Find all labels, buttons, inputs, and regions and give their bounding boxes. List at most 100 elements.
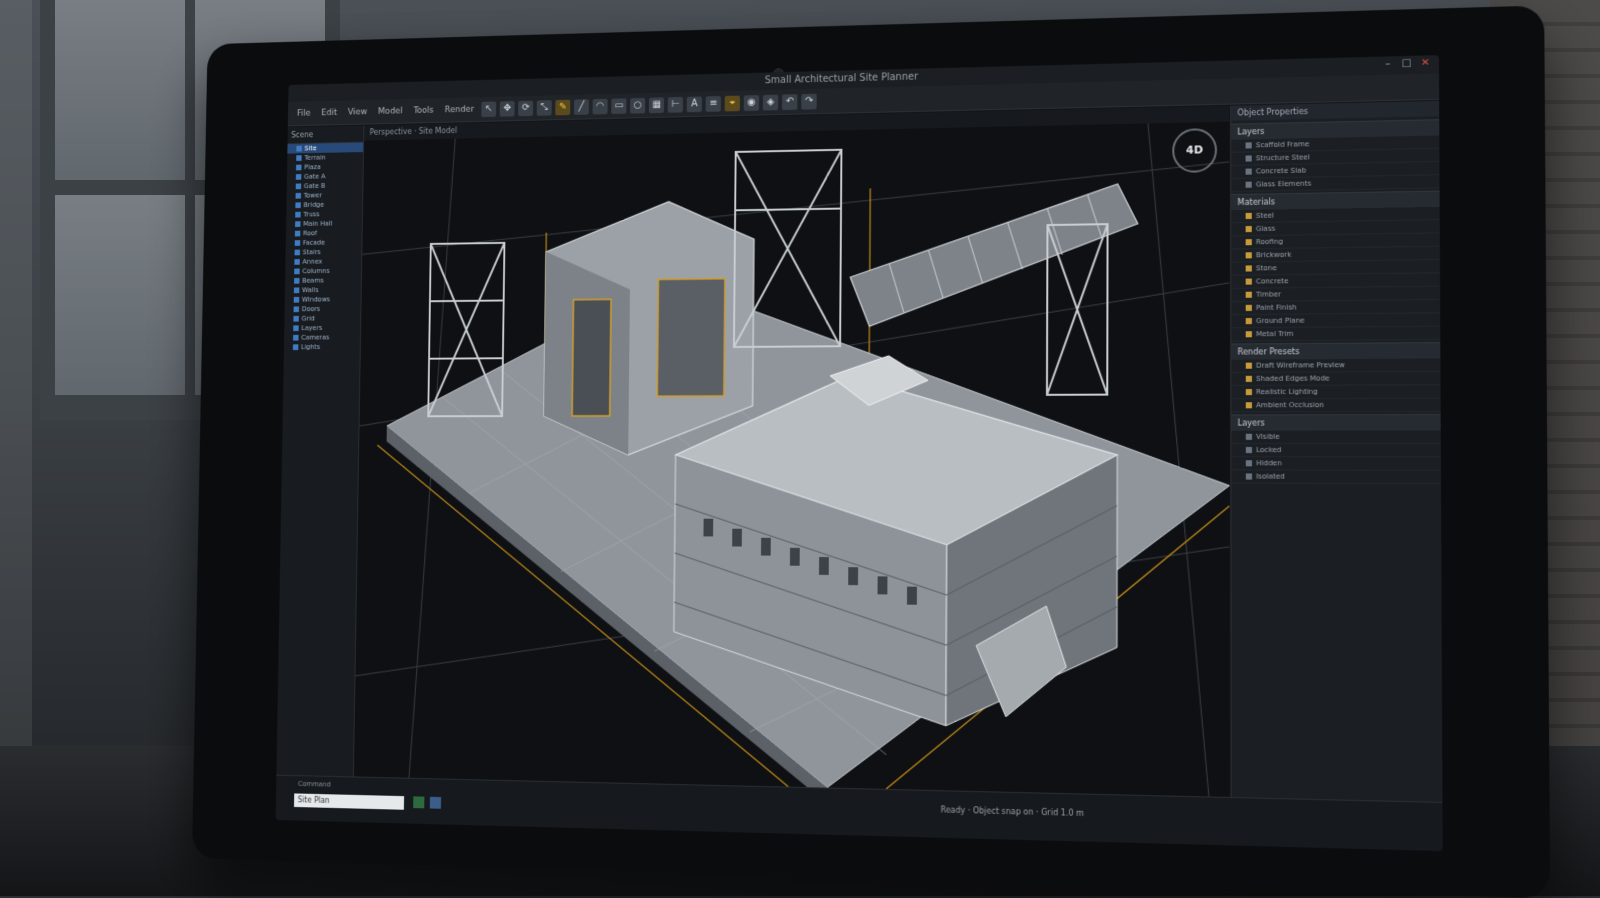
swatch-icon: [1246, 239, 1252, 245]
close-icon[interactable]: ✕: [1420, 58, 1431, 68]
tree-item-label: Terrain: [304, 154, 325, 162]
tree-item[interactable]: Cameras: [284, 332, 360, 342]
render-icon[interactable]: ◈: [763, 94, 778, 110]
snap-icon[interactable]: ⌖: [725, 95, 740, 111]
swatch-icon: [1246, 279, 1252, 285]
property-row-label: Ground Plane: [1256, 317, 1305, 326]
object-icon: [293, 344, 299, 350]
swatch-icon: [1246, 331, 1252, 337]
property-row-label: Concrete: [1256, 277, 1288, 285]
tree-item-label: Facade: [303, 239, 325, 247]
swatch-icon: [1246, 213, 1252, 219]
minimize-icon[interactable]: –: [1383, 59, 1393, 69]
object-icon: [296, 165, 301, 171]
object-icon: [294, 269, 299, 275]
swatch-icon: [1246, 447, 1252, 453]
rotate-icon[interactable]: ⟳: [518, 100, 533, 116]
property-row[interactable]: Visible: [1231, 430, 1441, 443]
property-row[interactable]: Draft Wireframe Preview: [1231, 358, 1441, 372]
status-message: Ready · Object snap on · Grid 1.0 m: [941, 805, 1084, 818]
move-icon[interactable]: ✥: [500, 101, 515, 117]
object-icon: [294, 306, 299, 312]
swatch-icon: [1246, 155, 1252, 161]
object-icon: [295, 231, 300, 237]
undo-icon[interactable]: ↶: [782, 94, 797, 110]
property-row[interactable]: Hidden: [1231, 457, 1442, 471]
property-row-label: Steel: [1256, 212, 1274, 220]
property-row-label: Glass Elements: [1256, 180, 1311, 189]
menu-model[interactable]: Model: [374, 106, 406, 116]
menu-file[interactable]: File: [293, 108, 314, 118]
tree-item-label: Truss: [303, 211, 319, 219]
object-icon: [295, 221, 300, 227]
viewport-3d[interactable]: Perspective · Site Model: [354, 106, 1230, 797]
swatch-icon: [1246, 460, 1252, 466]
tree-item-label: Doors: [302, 305, 321, 313]
object-icon: [294, 297, 299, 303]
property-row[interactable]: Realistic Lighting: [1231, 385, 1441, 399]
layers-list: Scaffold FrameStructure SteelConcrete Sl…: [1231, 135, 1440, 192]
scale-icon[interactable]: ⤡: [537, 100, 552, 116]
tree-item-label: Stairs: [303, 248, 321, 256]
select-icon[interactable]: ↖: [481, 101, 496, 117]
menu-tools[interactable]: Tools: [410, 105, 438, 115]
rectangle-icon[interactable]: ▭: [611, 98, 626, 114]
object-icon: [294, 287, 299, 293]
menu-view[interactable]: View: [344, 107, 371, 117]
snap-toggle-icon[interactable]: [413, 796, 424, 808]
visibility-list: Visible Locked HiddenIsolated: [1231, 430, 1442, 484]
circle-icon[interactable]: ○: [630, 97, 645, 113]
tree-item-label: Roof: [303, 229, 317, 237]
redo-icon[interactable]: ↷: [801, 93, 817, 109]
property-row[interactable]: Glass Elements: [1231, 175, 1440, 192]
tree-item-label: Site: [304, 145, 316, 153]
measure-icon[interactable]: ⊢: [668, 96, 683, 112]
property-row-label: Paint Finish: [1256, 303, 1297, 311]
property-row-label: Scaffold Frame: [1256, 140, 1310, 149]
swatch-icon: [1246, 363, 1252, 369]
layers-icon[interactable]: ≡: [706, 96, 721, 112]
property-row-label: Stone: [1256, 264, 1277, 272]
object-icon: [295, 240, 300, 246]
tree-item[interactable]: Lights: [284, 342, 360, 352]
property-row[interactable]: Locked: [1231, 444, 1441, 457]
command-input[interactable]: Site Plan: [294, 793, 404, 809]
tree-item-label: Walls: [302, 286, 319, 294]
swatch-icon: [1246, 265, 1252, 271]
grid-icon[interactable]: ▦: [649, 97, 664, 113]
menu-edit[interactable]: Edit: [318, 108, 341, 118]
tree-item-label: Grid: [301, 315, 314, 323]
property-row-label: Locked: [1256, 446, 1281, 454]
maximize-icon[interactable]: □: [1401, 59, 1411, 69]
properties-panel: Object Properties Layers Scaffold FrameS…: [1230, 101, 1442, 802]
pencil-icon[interactable]: ✎: [555, 99, 570, 115]
tree-item-label: Layers: [301, 324, 322, 332]
swatch-icon: [1246, 434, 1252, 440]
section-visibility[interactable]: Layers: [1231, 414, 1441, 431]
property-row-label: Metal Trim: [1256, 330, 1294, 338]
line-icon[interactable]: ╱: [574, 99, 589, 115]
tree-item-label: Bridge: [303, 201, 324, 209]
object-icon: [296, 193, 301, 199]
property-row-label: Ambient Occlusion: [1256, 401, 1324, 409]
swatch-icon: [1246, 182, 1252, 188]
tree-item-label: Tower: [304, 192, 322, 200]
property-row[interactable]: Metal Trim: [1231, 327, 1441, 342]
window-title: Small Architectural Site Planner: [765, 72, 918, 87]
camera-icon[interactable]: ◉: [744, 95, 759, 111]
property-row[interactable]: Shaded Edges Mode: [1231, 372, 1441, 386]
text-icon[interactable]: A: [687, 96, 702, 112]
property-row[interactable]: Ambient Occlusion: [1231, 399, 1441, 413]
swatch-icon: [1246, 252, 1252, 258]
swatch-icon: [1246, 389, 1252, 395]
tree-item-label: Plaza: [304, 163, 321, 171]
swatch-icon: [1246, 318, 1252, 324]
grid-toggle-icon[interactable]: [430, 797, 441, 809]
swatch-icon: [1246, 169, 1252, 175]
property-row-label: Timber: [1256, 290, 1281, 298]
section-render-presets[interactable]: Render Presets: [1231, 342, 1441, 360]
menu-render[interactable]: Render: [441, 104, 478, 114]
property-row-label: Roofing: [1256, 238, 1283, 246]
arc-icon[interactable]: ◠: [593, 98, 608, 114]
property-row[interactable]: Isolated: [1231, 470, 1442, 484]
